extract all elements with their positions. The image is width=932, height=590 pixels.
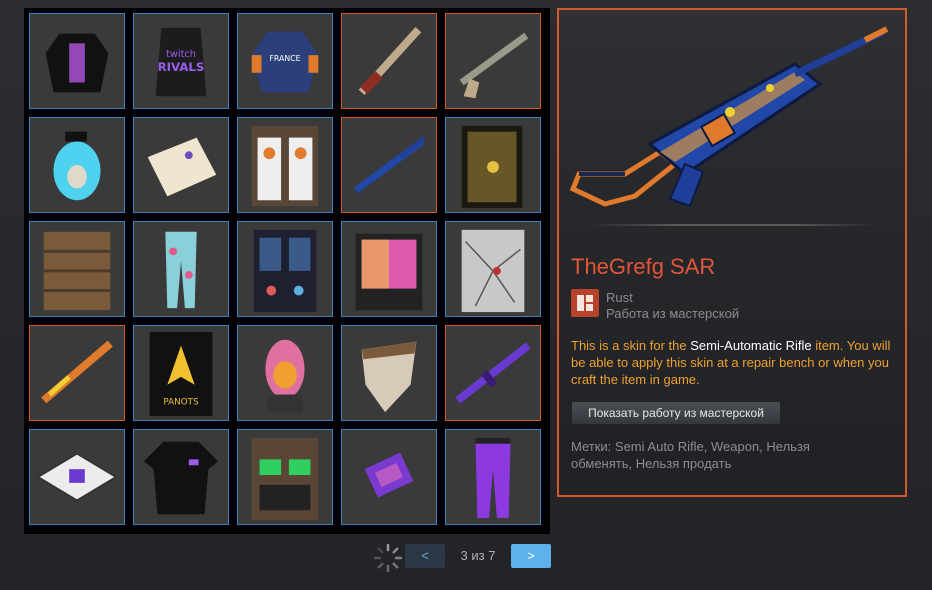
item-detail-panel: TheGrefg SAR Rust Работа из мастерской T… bbox=[557, 8, 907, 497]
desc-pre: This is a skin for the bbox=[571, 338, 691, 353]
inventory-item[interactable]: twitch RIVALS bbox=[133, 13, 229, 109]
inventory-item[interactable] bbox=[445, 13, 541, 109]
svg-text:RIVALS: RIVALS bbox=[158, 60, 205, 74]
inventory-item[interactable] bbox=[29, 13, 125, 109]
inventory-item[interactable] bbox=[237, 429, 333, 525]
item-thumbnail-icon bbox=[251, 437, 319, 521]
item-thumbnail-icon bbox=[53, 131, 101, 201]
item-description: This is a skin for the Semi-Automatic Ri… bbox=[571, 337, 896, 388]
inventory-item[interactable] bbox=[237, 325, 333, 421]
inventory-item[interactable] bbox=[445, 221, 541, 317]
inventory-item[interactable] bbox=[237, 221, 333, 317]
inventory-grid: twitch RIVALS FRANCE PANOTS bbox=[24, 8, 550, 534]
item-thumbnail-icon bbox=[461, 229, 525, 313]
inventory-item[interactable] bbox=[133, 429, 229, 525]
inventory-item[interactable] bbox=[341, 221, 437, 317]
item-thumbnail-icon bbox=[355, 233, 423, 311]
desc-item-name: Semi-Automatic Rifle bbox=[690, 338, 812, 353]
item-thumbnail-icon bbox=[364, 452, 414, 498]
item-thumbnail-icon: FRANCE bbox=[251, 31, 319, 93]
svg-text:twitch: twitch bbox=[166, 49, 196, 60]
inventory-item[interactable] bbox=[445, 325, 541, 421]
item-thumbnail-icon bbox=[147, 137, 217, 197]
inventory-item[interactable] bbox=[445, 429, 541, 525]
svg-text:FRANCE: FRANCE bbox=[269, 54, 300, 63]
item-thumbnail-icon bbox=[353, 136, 426, 194]
item-tags: Метки: Semi Auto Rifle, Weapon, Нельзя о… bbox=[571, 439, 810, 471]
rifle-image bbox=[569, 26, 889, 208]
inventory-item[interactable] bbox=[133, 117, 229, 213]
loading-spinner-icon bbox=[373, 543, 403, 573]
inventory-item[interactable] bbox=[341, 13, 437, 109]
inventory-item[interactable] bbox=[341, 325, 437, 421]
inventory-item[interactable] bbox=[29, 325, 125, 421]
view-workshop-button[interactable]: Показать работу из мастерской bbox=[571, 401, 781, 425]
item-thumbnail-icon bbox=[459, 32, 529, 99]
inventory-item[interactable] bbox=[237, 117, 333, 213]
svg-text:PANOTS: PANOTS bbox=[163, 397, 199, 407]
item-thumbnail-icon bbox=[358, 27, 422, 95]
inventory-item[interactable] bbox=[341, 429, 437, 525]
item-thumbnail-icon bbox=[361, 341, 417, 413]
inventory-item[interactable] bbox=[29, 221, 125, 317]
pagination: < 3 из 7 > bbox=[370, 542, 560, 573]
inventory-item[interactable] bbox=[29, 117, 125, 213]
item-thumbnail-icon bbox=[35, 452, 119, 502]
item-thumbnail-icon bbox=[45, 33, 109, 93]
game-name: Rust bbox=[606, 290, 633, 305]
game-subtitle: Работа из мастерской bbox=[606, 306, 740, 321]
inventory-item[interactable] bbox=[341, 117, 437, 213]
item-thumbnail-icon bbox=[455, 342, 531, 404]
item-thumbnail-icon bbox=[251, 125, 319, 207]
item-thumbnail-icon bbox=[475, 437, 511, 519]
inventory-item[interactable] bbox=[29, 429, 125, 525]
next-page-button[interactable]: > bbox=[511, 544, 551, 568]
item-thumbnail-icon bbox=[41, 340, 113, 404]
rust-game-icon[interactable] bbox=[571, 289, 599, 317]
divider bbox=[589, 224, 879, 226]
inventory-item[interactable]: PANOTS bbox=[133, 325, 229, 421]
prev-page-button[interactable]: < bbox=[405, 544, 445, 568]
item-title: TheGrefg SAR bbox=[571, 254, 716, 279]
item-thumbnail-icon bbox=[43, 231, 111, 311]
inventory-item[interactable] bbox=[445, 117, 541, 213]
item-thumbnail-icon bbox=[143, 441, 219, 515]
item-thumbnail-icon bbox=[265, 339, 305, 413]
inventory-item[interactable] bbox=[133, 221, 229, 317]
item-thumbnail-icon bbox=[253, 229, 317, 313]
page-indicator: 3 из 7 bbox=[460, 548, 496, 563]
inventory-item[interactable]: FRANCE bbox=[237, 13, 333, 109]
item-thumbnail-icon: twitchRIVALS bbox=[155, 27, 207, 97]
item-thumbnail-icon bbox=[461, 125, 523, 209]
item-thumbnail-icon: PANOTS bbox=[149, 331, 213, 417]
item-thumbnail-icon bbox=[165, 231, 197, 309]
